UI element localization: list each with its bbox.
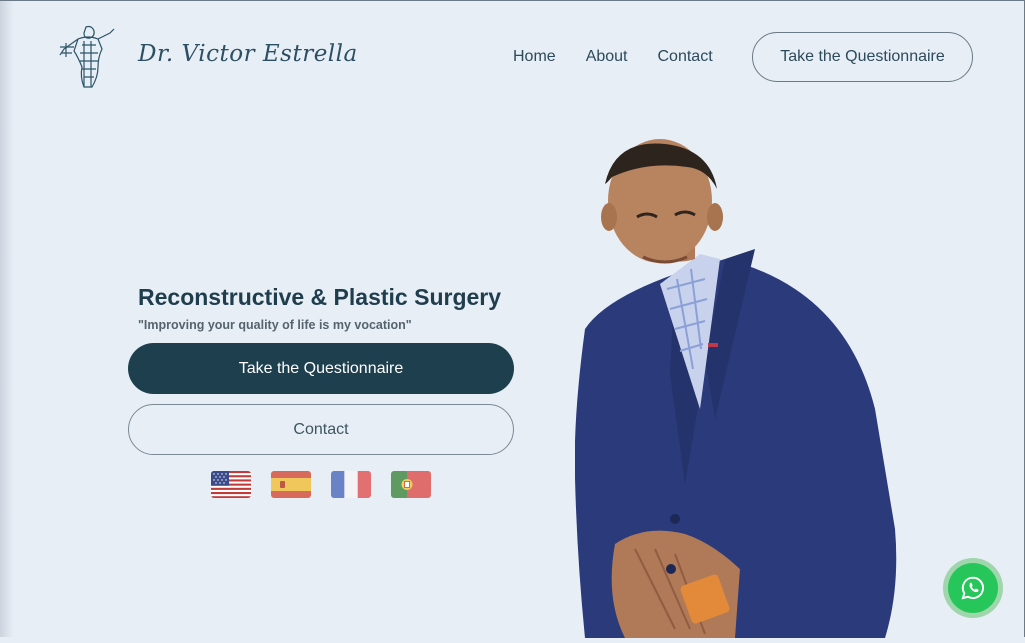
spain-flag-icon[interactable] — [271, 471, 311, 498]
left-edge-shadow — [0, 1, 14, 637]
nav-about[interactable]: About — [586, 48, 628, 66]
main-nav: Home About Contact — [513, 48, 713, 66]
doctor-portrait — [574, 139, 905, 638]
brand-name[interactable]: Dr. Victor Estrella — [138, 41, 358, 67]
nav-contact[interactable]: Contact — [658, 48, 713, 66]
whatsapp-button[interactable] — [943, 558, 1003, 618]
us-flag-icon[interactable] — [211, 471, 251, 498]
nav-home[interactable]: Home — [513, 48, 556, 66]
portugal-flag-icon[interactable] — [391, 471, 431, 498]
whatsapp-icon — [948, 563, 998, 613]
france-flag-icon[interactable] — [331, 471, 371, 498]
hero-title: Reconstructive & Plastic Surgery — [138, 284, 502, 310]
language-selector — [211, 471, 431, 498]
anatomy-figure-icon[interactable] — [58, 23, 116, 93]
header-questionnaire-button[interactable]: Take the Questionnaire — [752, 32, 973, 82]
hero-subtitle: "Improving your quality of life is my vo… — [138, 318, 412, 332]
questionnaire-button[interactable]: Take the Questionnaire — [128, 343, 514, 394]
contact-button[interactable]: Contact — [128, 404, 514, 455]
